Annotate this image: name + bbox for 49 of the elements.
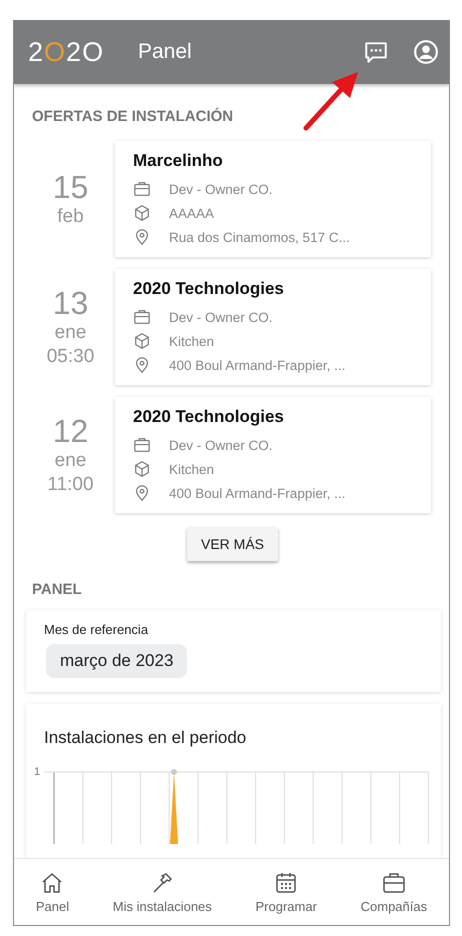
offer-address: Rua dos Cinamomos, 517 C... bbox=[169, 230, 350, 244]
offer-product: Kitchen bbox=[169, 462, 214, 476]
offer-name: 2020 Technologies bbox=[133, 279, 285, 299]
offer-address: 400 Boul Armand-Frappier, ... bbox=[169, 358, 346, 372]
offer-company: Dev - Owner CO. bbox=[169, 310, 273, 324]
offer-name: Marcelinho bbox=[133, 151, 224, 171]
offer-time: 11:00 bbox=[47, 473, 94, 497]
section-title: OFERTAS DE INSTALACIÓN bbox=[32, 108, 234, 125]
offer-card[interactable]: 2020 Technologies Dev - Owner CO. Kitchen 400 Boul Armand-Frappier, ... bbox=[115, 397, 431, 513]
nav-tab[interactable]: Mis instalaciones bbox=[108, 859, 216, 925]
month-chip[interactable]: março de 2023 bbox=[46, 644, 188, 678]
see-more-button[interactable]: VER MÁS bbox=[186, 527, 278, 561]
offer-address: 400 Boul Armand-Frappier, ... bbox=[169, 486, 346, 500]
reference-label: Mes de referencia bbox=[44, 622, 148, 637]
cube-icon bbox=[133, 332, 151, 350]
offer-card[interactable]: 2020 Technologies Dev - Owner CO. Kitchen 400 Boul Armand-Frappier, ... bbox=[115, 269, 431, 385]
calendar-icon bbox=[274, 870, 298, 894]
home-icon bbox=[40, 870, 64, 894]
nav-tab[interactable]: Compañías bbox=[356, 859, 432, 925]
offer-product: Kitchen bbox=[169, 334, 214, 348]
offer-company: Dev - Owner CO. bbox=[169, 182, 273, 196]
briefcase-icon bbox=[133, 436, 151, 454]
offer-name: 2020 Technologies bbox=[133, 407, 285, 427]
offer-day: 13 bbox=[52, 285, 88, 321]
location-pin-icon bbox=[133, 228, 151, 246]
offer-month: ene bbox=[54, 321, 86, 345]
chart-title: Instalaciones en el periodo bbox=[44, 728, 246, 748]
section-title: PANEL bbox=[32, 581, 83, 598]
logo: 2O2O bbox=[28, 36, 106, 68]
y-tick-label: 1 bbox=[34, 766, 40, 778]
briefcase-icon bbox=[133, 308, 151, 326]
offer-day: 12 bbox=[52, 413, 88, 449]
location-pin-icon bbox=[133, 356, 151, 374]
cube-icon bbox=[133, 460, 151, 478]
nav-tab[interactable]: Programar bbox=[252, 859, 321, 925]
offer-product: AAAAA bbox=[169, 206, 214, 220]
page-title: Panel bbox=[138, 40, 193, 64]
nav-tab[interactable]: Panel bbox=[32, 859, 74, 925]
offer-card[interactable]: Marcelinho Dev - Owner CO. AAAAA Rua dos Cinamomos, 517 C... bbox=[115, 141, 431, 257]
location-pin-icon bbox=[133, 484, 151, 502]
cube-icon bbox=[133, 204, 151, 222]
offer-month: ene bbox=[54, 449, 86, 473]
offer-company: Dev - Owner CO. bbox=[169, 438, 273, 452]
offer-time: 05:30 bbox=[46, 345, 94, 369]
briefcase-icon bbox=[382, 870, 406, 894]
offer-day: 15 bbox=[52, 169, 88, 205]
account-icon[interactable] bbox=[413, 39, 439, 65]
offer-month: feb bbox=[57, 205, 84, 229]
briefcase-icon bbox=[133, 180, 151, 198]
